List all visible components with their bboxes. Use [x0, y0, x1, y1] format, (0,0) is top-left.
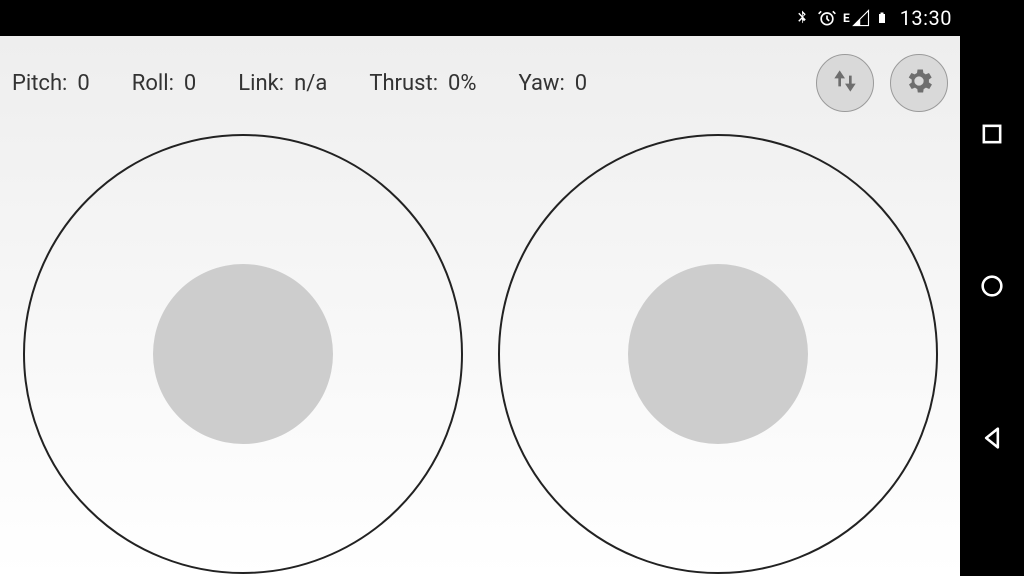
android-nav-bar: [960, 0, 1024, 576]
back-button[interactable]: [968, 416, 1016, 464]
pitch-value: 0: [77, 71, 89, 96]
right-joystick-knob[interactable]: [628, 264, 808, 444]
battery-icon: [876, 8, 888, 28]
yaw-readout: Yaw: 0: [519, 71, 588, 96]
link-readout: Link: n/a: [238, 71, 327, 96]
link-value: n/a: [294, 71, 327, 96]
circle-icon: [978, 272, 1006, 304]
left-joystick[interactable]: [23, 134, 463, 574]
settings-button[interactable]: [890, 54, 948, 112]
roll-label: Roll:: [132, 71, 174, 96]
yaw-label: Yaw:: [519, 71, 565, 96]
gear-icon: [903, 65, 935, 101]
thrust-readout: Thrust: 0%: [369, 71, 476, 96]
joystick-area: [0, 112, 960, 576]
network-type-letter: E: [843, 11, 850, 25]
recent-apps-button[interactable]: [968, 112, 1016, 160]
top-bar: Pitch: 0 Roll: 0 Link: n/a Thrust: 0% Ya…: [0, 36, 960, 112]
roll-readout: Roll: 0: [132, 71, 197, 96]
thrust-value: 0%: [448, 71, 476, 96]
cell-signal-icon: E: [843, 9, 870, 27]
pitch-label: Pitch:: [12, 71, 67, 96]
alarm-icon: [817, 8, 837, 28]
bluetooth-icon: [793, 9, 811, 27]
triangle-back-icon: [978, 424, 1006, 456]
link-label: Link:: [238, 71, 284, 96]
app-screen: E 13:30 Pitch: 0 Roll: 0 Link: n/a Thrus…: [0, 0, 960, 576]
status-clock: 13:30: [900, 6, 952, 30]
roll-value: 0: [184, 71, 196, 96]
yaw-value: 0: [575, 71, 587, 96]
android-status-bar: E 13:30: [0, 0, 960, 36]
left-joystick-knob[interactable]: [153, 264, 333, 444]
pitch-readout: Pitch: 0: [12, 71, 90, 96]
thrust-label: Thrust:: [369, 71, 438, 96]
telemetry-readout: Pitch: 0 Roll: 0 Link: n/a Thrust: 0% Ya…: [12, 71, 800, 96]
right-joystick[interactable]: [498, 134, 938, 574]
connect-button[interactable]: [816, 54, 874, 112]
up-down-arrows-icon: [829, 65, 861, 101]
square-icon: [978, 120, 1006, 152]
home-button[interactable]: [968, 264, 1016, 312]
